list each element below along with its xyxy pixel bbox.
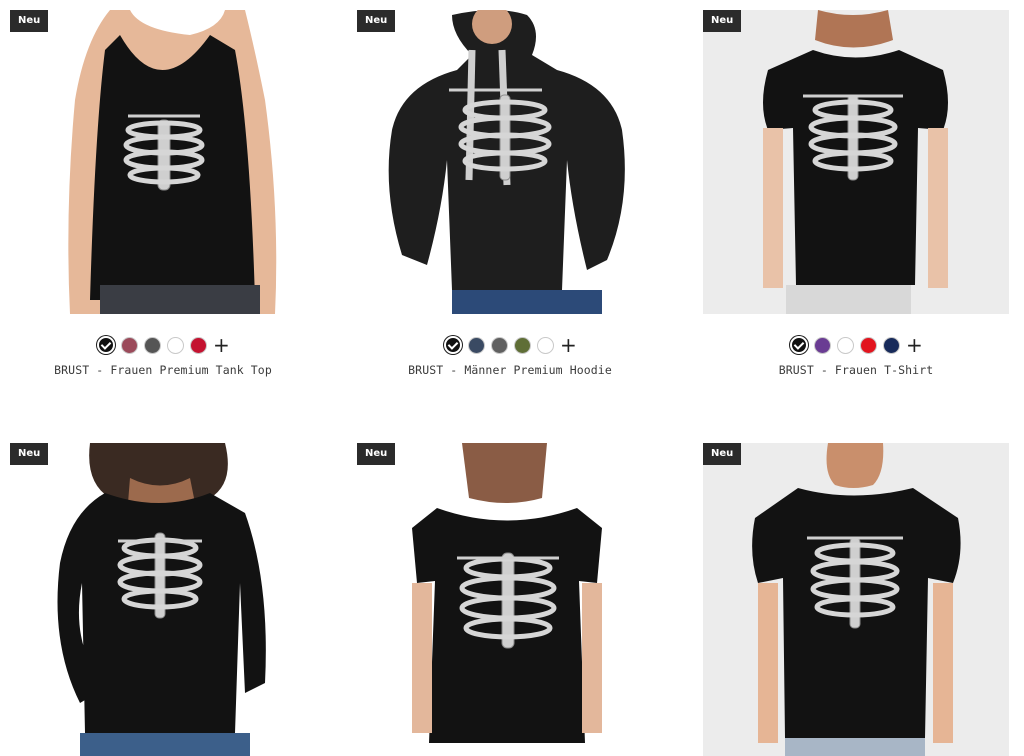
- new-badge: Neu: [703, 10, 742, 32]
- color-swatch[interactable]: [444, 336, 462, 354]
- color-swatch[interactable]: [167, 336, 184, 354]
- product-card[interactable]: Neu: [703, 443, 1009, 756]
- more-colors-button[interactable]: +: [560, 335, 577, 355]
- product-image-women-tshirt[interactable]: Neu: [703, 10, 1009, 314]
- color-swatch[interactable]: [144, 336, 161, 354]
- product-title[interactable]: BRUST - Frauen Premium Tank Top: [10, 363, 316, 377]
- color-swatches: +: [357, 335, 663, 355]
- product-card[interactable]: Neu + BRUST - Frauen T-Shirt: [703, 10, 1009, 377]
- color-swatch[interactable]: [814, 336, 831, 354]
- product-grid: Neu + BRUST - Frauen Premium Tank Top Ne…: [0, 0, 1024, 756]
- product-title[interactable]: BRUST - Männer Premium Hoodie: [357, 363, 663, 377]
- color-swatch[interactable]: [837, 336, 854, 354]
- color-swatch[interactable]: [883, 336, 900, 354]
- color-swatch[interactable]: [514, 336, 531, 354]
- product-card[interactable]: Neu: [10, 443, 316, 756]
- color-swatch[interactable]: [790, 336, 808, 354]
- color-swatch[interactable]: [121, 336, 138, 354]
- product-image-women-loose-tshirt[interactable]: Neu: [357, 443, 663, 756]
- product-card[interactable]: Neu: [357, 443, 663, 756]
- color-swatch[interactable]: [491, 336, 508, 354]
- product-card[interactable]: Neu + BRUST - Frauen Premium Tank Top: [10, 10, 316, 377]
- product-image-men-tshirt[interactable]: Neu: [703, 443, 1009, 756]
- new-badge: Neu: [703, 443, 742, 465]
- more-colors-button[interactable]: +: [906, 335, 923, 355]
- new-badge: Neu: [10, 10, 49, 32]
- color-swatch[interactable]: [190, 336, 207, 354]
- color-swatches: +: [10, 335, 316, 355]
- color-swatch[interactable]: [860, 336, 877, 354]
- product-image-longsleeve[interactable]: Neu: [10, 443, 316, 756]
- new-badge: Neu: [10, 443, 49, 465]
- new-badge: Neu: [357, 443, 396, 465]
- more-colors-button[interactable]: +: [213, 335, 230, 355]
- product-title[interactable]: BRUST - Frauen T-Shirt: [703, 363, 1009, 377]
- product-card[interactable]: Neu + BRUST - Männer Premium Hoodie: [357, 10, 663, 377]
- product-image-tank-top[interactable]: Neu: [10, 10, 316, 314]
- product-image-hoodie[interactable]: Neu: [357, 10, 663, 314]
- color-swatches: +: [703, 335, 1009, 355]
- color-swatch[interactable]: [537, 336, 554, 354]
- color-swatch[interactable]: [97, 336, 115, 354]
- color-swatch[interactable]: [468, 336, 485, 354]
- new-badge: Neu: [357, 10, 396, 32]
